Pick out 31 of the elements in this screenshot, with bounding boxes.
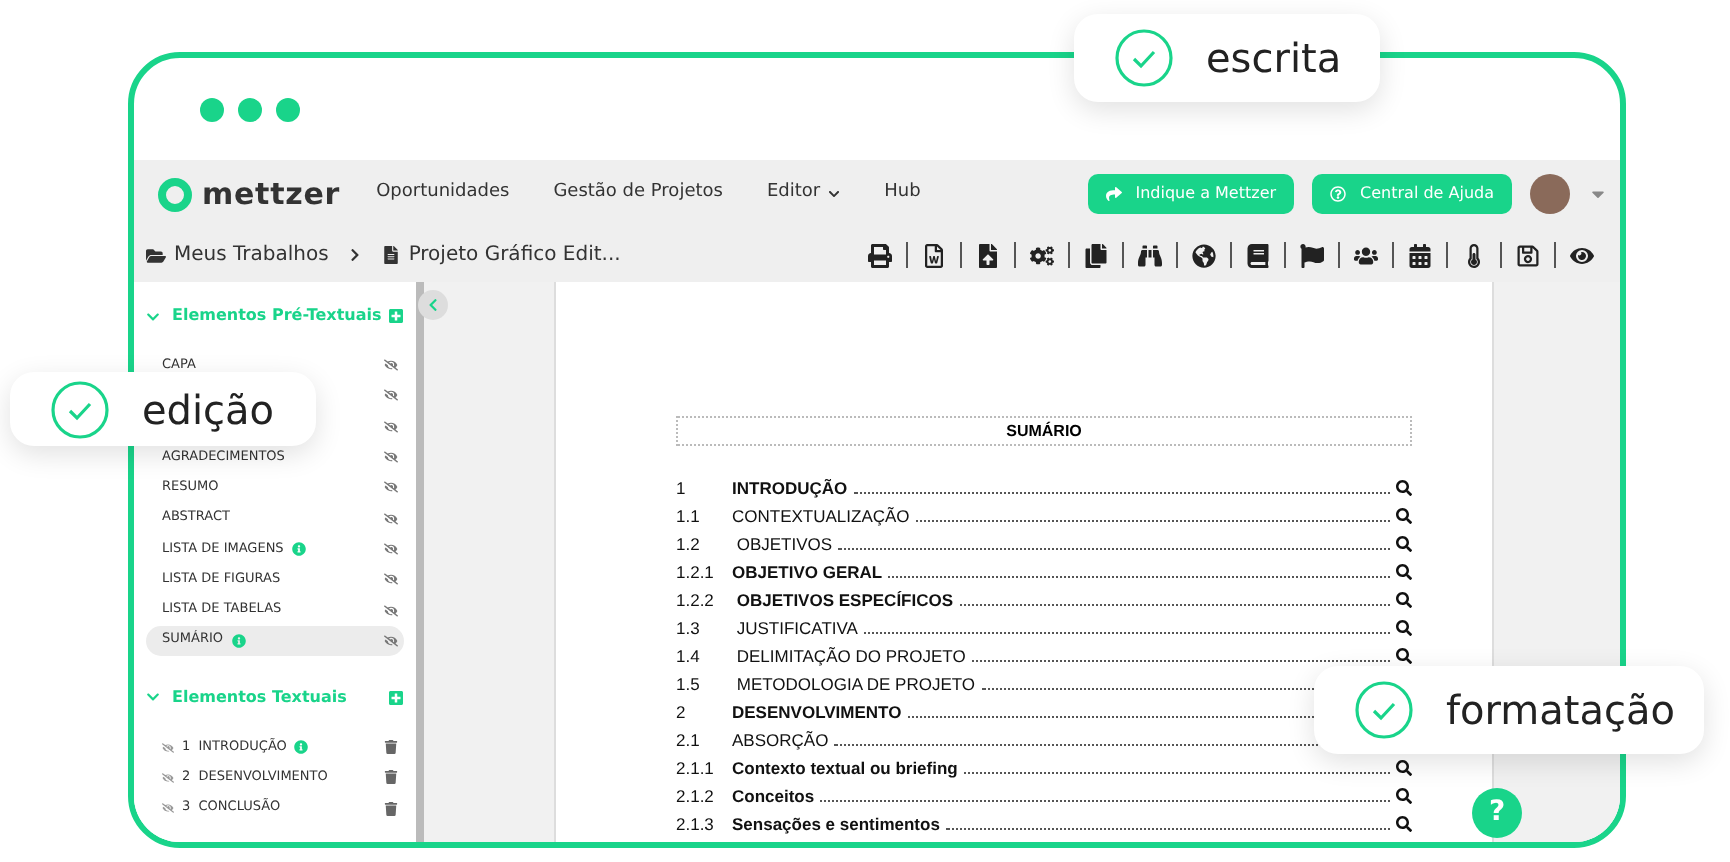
toc-title: DELIMITAÇÃO DO PROJETO [734, 643, 966, 669]
toc-number: 2.1 [676, 727, 702, 753]
toc-title: Conceitos [732, 783, 815, 809]
toc-number: 1.2.1 [676, 559, 716, 585]
toc-number: 2.1.3 [676, 811, 716, 837]
toc-title: Sensações e sentimentos [732, 811, 940, 837]
toc-title: OBJETIVOS ESPECÍFICOS [734, 587, 954, 613]
toc-number: 2.1.1 [676, 755, 716, 781]
toc-number: 1.3 [676, 615, 702, 641]
toc-number: 1.5 [676, 671, 702, 697]
toc-title: JUSTIFICATIVA [734, 615, 858, 641]
toc-title: INTRODUÇÃO [732, 475, 848, 501]
badge-label: edição [142, 383, 275, 437]
toc-number: 1.4 [676, 643, 702, 669]
document-title: SUMÁRIO [676, 416, 1412, 446]
toc-title: CONTEXTUALIZAÇÃO [732, 503, 910, 529]
toc-number: 1 [676, 475, 688, 501]
toc-title: OBJETIVO GERAL [732, 559, 883, 585]
toc-title: METODOLOGIA DE PROJETO [734, 671, 976, 697]
toc-number: 1.2.2 [676, 587, 716, 613]
toc-number: 2.1.2 [676, 783, 716, 809]
badge-label: formatação [1446, 684, 1675, 738]
toc-title: Contexto textual ou briefing [732, 755, 958, 781]
badge-label: escrita [1206, 32, 1342, 86]
toc-title: ABSORÇÃO [732, 727, 829, 753]
logo: mettzer [202, 173, 341, 216]
toc-number: 2 [676, 699, 688, 725]
toc-title: OBJETIVOS [734, 531, 833, 557]
toc-number: 1.1 [676, 503, 702, 529]
toc-number: 1.2 [676, 531, 702, 557]
toc-title: DESENVOLVIMENTO [732, 699, 902, 725]
